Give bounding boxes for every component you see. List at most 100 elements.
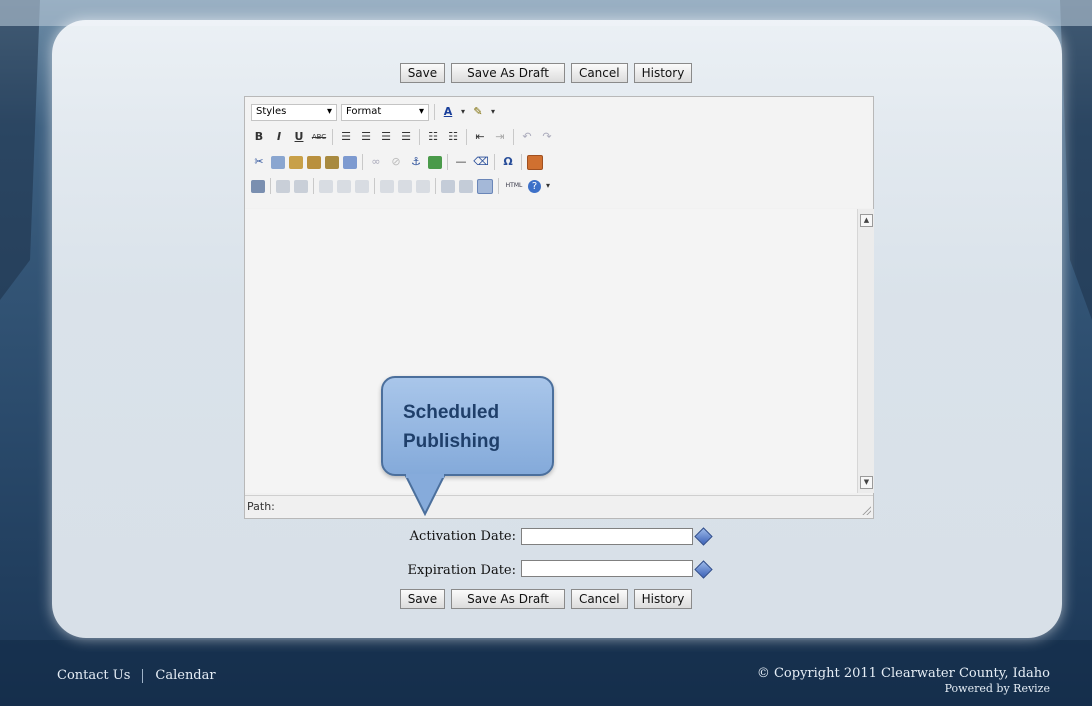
undo-icon[interactable]: ↶: [519, 129, 535, 145]
dropdown-arrow-icon[interactable]: ▾: [545, 178, 551, 194]
anchor-icon[interactable]: ⚓: [408, 154, 424, 170]
dropdown-arrow-icon: ▾: [418, 106, 424, 117]
history-button[interactable]: History: [633, 589, 693, 609]
dropdown-arrow-icon: ▾: [326, 106, 332, 117]
separator: [498, 178, 499, 194]
cut-icon[interactable]: ✂: [251, 154, 267, 170]
styles-select-label: Styles: [256, 106, 287, 117]
callout-pointer: [405, 474, 447, 516]
dropdown-arrow-icon[interactable]: ▾: [490, 104, 496, 120]
footer-links: Contact Us Calendar: [57, 668, 216, 683]
delete-row-icon[interactable]: [355, 179, 369, 193]
separator: [466, 129, 467, 145]
separator: [332, 129, 333, 145]
powered-by-text: Powered by Revize: [944, 682, 1050, 695]
insert-col-before-icon[interactable]: [380, 179, 394, 193]
activation-date-label: Activation Date:: [409, 529, 516, 544]
split-cells-icon[interactable]: [441, 179, 455, 193]
separator: [434, 104, 435, 120]
bullet-list-icon[interactable]: ☷: [425, 129, 441, 145]
underline-icon[interactable]: U: [291, 129, 307, 145]
insert-row-before-icon[interactable]: [319, 179, 333, 193]
align-justify-icon[interactable]: ☰: [398, 129, 414, 145]
save-as-draft-button[interactable]: Save As Draft: [451, 589, 565, 609]
align-right-icon[interactable]: ☰: [378, 129, 394, 145]
callout-line-1: Scheduled: [403, 402, 500, 423]
scroll-down-icon[interactable]: ▼: [860, 476, 873, 489]
paste-icon[interactable]: [289, 155, 303, 169]
paste-word-icon[interactable]: [325, 155, 339, 169]
unlink-icon[interactable]: ⊘: [388, 154, 404, 170]
expiration-date-input[interactable]: [521, 560, 693, 577]
text-color-icon[interactable]: A: [440, 104, 456, 120]
cancel-button[interactable]: Cancel: [570, 589, 628, 609]
bottom-button-row: Save Save As Draft Cancel History: [0, 589, 1092, 609]
editor-path-bar: Path:: [245, 495, 873, 517]
strikethrough-icon[interactable]: ABC: [311, 129, 327, 145]
bold-icon[interactable]: B: [251, 129, 267, 145]
separator: [313, 178, 314, 194]
styles-select[interactable]: Styles ▾: [251, 103, 337, 121]
cell-props-icon[interactable]: [294, 179, 308, 193]
editor-scrollbar[interactable]: ▲ ▼: [857, 209, 874, 493]
footer-divider: [142, 668, 144, 683]
link-icon[interactable]: ∞: [368, 154, 384, 170]
insert-table-icon[interactable]: [527, 154, 543, 170]
cancel-button[interactable]: Cancel: [570, 63, 628, 83]
align-center-icon[interactable]: ☰: [358, 129, 374, 145]
align-left-icon[interactable]: ☰: [338, 129, 354, 145]
copy-icon[interactable]: [271, 155, 285, 169]
insert-col-after-icon[interactable]: [398, 179, 412, 193]
resize-grip-icon[interactable]: [861, 505, 871, 515]
numbered-list-icon[interactable]: ☷: [445, 129, 461, 145]
scroll-up-icon[interactable]: ▲: [860, 214, 873, 227]
separator: [419, 129, 420, 145]
highlight-color-icon[interactable]: ✎: [470, 104, 486, 120]
expiration-date-label: Expiration Date:: [407, 563, 516, 578]
merge-cells-icon[interactable]: [459, 179, 473, 193]
separator: [270, 178, 271, 194]
format-select[interactable]: Format ▾: [341, 103, 429, 121]
clean-up-icon[interactable]: ⌫: [473, 154, 489, 170]
separator: [494, 154, 495, 170]
path-label: Path:: [247, 500, 275, 513]
table-icon[interactable]: [477, 178, 493, 194]
top-button-row: Save Save As Draft Cancel History: [0, 63, 1092, 83]
copyright-text: © Copyright 2011 Clearwater County, Idah…: [756, 666, 1050, 681]
outdent-icon[interactable]: ⇤: [472, 129, 488, 145]
insert-row-after-icon[interactable]: [337, 179, 351, 193]
special-character-icon[interactable]: Ω: [500, 154, 516, 170]
select-all-icon[interactable]: [343, 155, 357, 169]
scheduled-publishing-callout: Scheduled Publishing: [381, 376, 554, 476]
separator: [435, 178, 436, 194]
separator: [521, 154, 522, 170]
italic-icon[interactable]: I: [271, 129, 287, 145]
activation-date-input[interactable]: [521, 528, 693, 545]
save-button[interactable]: Save: [399, 589, 446, 609]
image-icon[interactable]: [428, 155, 442, 169]
row-props-icon[interactable]: [276, 179, 290, 193]
save-button[interactable]: Save: [399, 63, 446, 83]
delete-col-icon[interactable]: [416, 179, 430, 193]
callout-line-2: Publishing: [403, 431, 501, 452]
editor-toolbar: Styles ▾ Format ▾ A ▾ ✎ ▾ B I U ABC ☰ ☰ ☰ …: [245, 97, 873, 208]
format-select-label: Format: [346, 106, 382, 117]
paste-text-icon[interactable]: [307, 155, 321, 169]
separator: [362, 154, 363, 170]
callout-text: Scheduled Publishing: [403, 398, 500, 456]
dropdown-arrow-icon[interactable]: ▾: [460, 104, 466, 120]
separator: [447, 154, 448, 170]
calendar-link[interactable]: Calendar: [155, 668, 215, 683]
help-icon[interactable]: ?: [528, 179, 541, 193]
save-as-draft-button[interactable]: Save As Draft: [451, 63, 565, 83]
horizontal-rule-icon[interactable]: —: [453, 154, 469, 170]
contact-us-link[interactable]: Contact Us: [57, 668, 130, 683]
redo-icon[interactable]: ↷: [539, 129, 555, 145]
edit-css-icon[interactable]: [251, 179, 265, 193]
indent-icon[interactable]: ⇥: [492, 129, 508, 145]
footer-copyright: © Copyright 2011 Clearwater County, Idah…: [757, 666, 1050, 695]
rich-text-editor: Styles ▾ Format ▾ A ▾ ✎ ▾ B I U ABC ☰ ☰ ☰ …: [244, 96, 874, 519]
separator: [513, 129, 514, 145]
html-source-icon[interactable]: HTML: [504, 178, 524, 194]
history-button[interactable]: History: [633, 63, 693, 83]
